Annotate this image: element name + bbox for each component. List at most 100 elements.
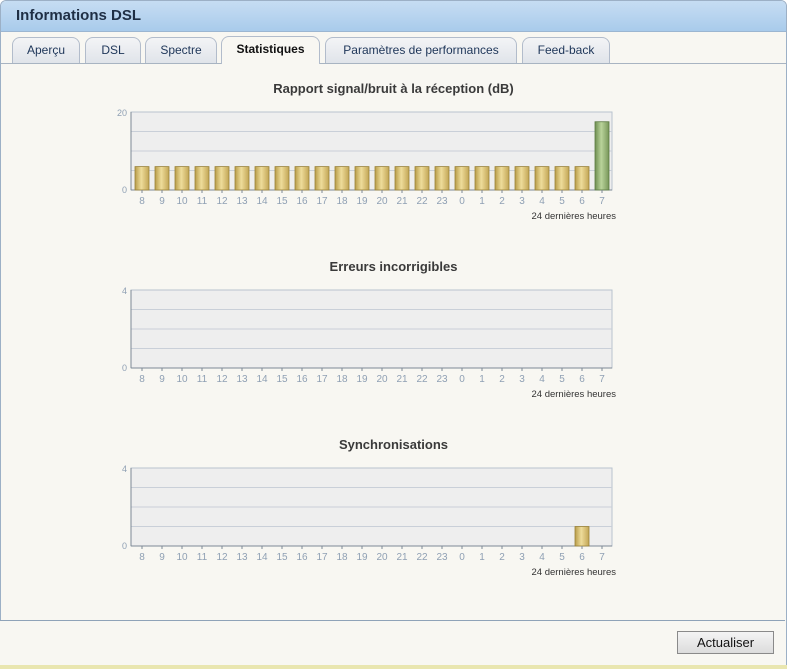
tab-statistiques[interactable]: Statistiques [221, 36, 320, 64]
x-tick-label: 13 [236, 374, 248, 385]
x-tick-label: 5 [559, 552, 565, 563]
x-tick-label: 2 [499, 552, 505, 563]
sync-chart: 408 9 10 11 12 13 14 15 16 17 18 19 20 21 22 23 0 1 2 3 4 5 6 7… [122, 464, 617, 578]
y-tick-label: 0 [122, 363, 127, 373]
bar [294, 166, 310, 191]
y-tick-label: 0 [122, 541, 127, 551]
bar [354, 166, 370, 191]
x-tick-label: 6 [579, 196, 585, 207]
x-tick-label: 23 [436, 374, 448, 385]
bar [454, 166, 470, 191]
x-tick-label: 18 [336, 374, 348, 385]
bar [254, 166, 270, 191]
tab-feedback[interactable]: Feed-back [522, 37, 610, 63]
x-tick-label: 10 [176, 374, 188, 385]
bar [554, 166, 570, 191]
x-tick-label: 3 [519, 374, 525, 385]
errors-chart: 408 9 10 11 12 13 14 15 16 17 18 19 20 21 22 23 0 1 2 3 4 5 6 7… [122, 286, 617, 400]
tab-dsl[interactable]: DSL [85, 37, 141, 63]
bar [234, 166, 250, 191]
refresh-button[interactable]: Actualiser [677, 631, 774, 654]
x-tick-label: 19 [356, 552, 368, 563]
x-tick-label: 0 [459, 552, 465, 563]
bottom-edge [0, 665, 787, 669]
x-tick-label: 16 [296, 552, 308, 563]
x-tick-label: 12 [216, 374, 228, 385]
bar [174, 166, 190, 191]
x-tick-label: 21 [396, 374, 408, 385]
bar [214, 166, 230, 191]
x-tick-label: 6 [579, 552, 585, 563]
x-tick-label: 11 [197, 196, 208, 207]
x-tick-label: 7 [599, 552, 605, 563]
x-tick-label: 6 [579, 374, 585, 385]
x-tick-label: 4 [539, 374, 545, 385]
x-tick-label: 22 [416, 552, 428, 563]
x-tick-label: 9 [159, 196, 165, 207]
x-tick-label: 10 [176, 196, 188, 207]
x-axis-label: 24 dernières heures [532, 389, 617, 400]
x-tick-label: 13 [236, 552, 248, 563]
bar [474, 166, 490, 191]
x-tick-label: 12 [216, 552, 228, 563]
tab-spectre[interactable]: Spectre [145, 37, 217, 63]
x-tick-label: 18 [336, 196, 348, 207]
x-tick-label: 20 [376, 374, 388, 385]
bar [594, 121, 610, 191]
x-tick-label: 9 [159, 374, 165, 385]
x-tick-label: 8 [139, 196, 145, 207]
x-tick-label: 8 [139, 374, 145, 385]
x-tick-label: 15 [276, 374, 288, 385]
x-tick-label: 7 [599, 374, 605, 385]
bar [374, 166, 390, 191]
snr-chart: 2008 9 10 11 12 13 14 15 16 17 18 19 20 21 22 23 0 1 2 3 4 5 6… [117, 108, 616, 222]
x-tick-label: 2 [499, 374, 505, 385]
x-tick-label: 20 [376, 196, 388, 207]
x-tick-label: 18 [336, 552, 348, 563]
y-tick-label: 4 [122, 464, 127, 474]
x-tick-label: 20 [376, 552, 388, 563]
tab-apercu[interactable]: Aperçu [12, 37, 80, 63]
x-tick-label: 4 [539, 196, 545, 207]
x-tick-label: 14 [256, 552, 268, 563]
y-tick-label: 20 [117, 108, 127, 118]
tab-parametres-performances[interactable]: Paramètres de performances [325, 37, 517, 63]
bar [134, 166, 150, 191]
y-tick-label: 0 [122, 185, 127, 195]
sync-chart-title: Synchronisations [338, 437, 449, 452]
x-tick-label: 11 [197, 374, 208, 385]
x-tick-label: 23 [436, 552, 448, 563]
bar [434, 166, 450, 191]
bar [394, 166, 410, 191]
x-tick-label: 23 [436, 196, 448, 207]
x-tick-label: 3 [519, 552, 525, 563]
x-tick-label: 13 [236, 196, 248, 207]
x-tick-label: 17 [316, 552, 328, 563]
bar [334, 166, 350, 191]
x-tick-label: 21 [396, 196, 408, 207]
bar [574, 166, 590, 191]
bar [154, 166, 170, 191]
tab-bar: Aperçu DSL Spectre Statistiques Paramètr… [1, 32, 786, 64]
x-tick-label: 10 [176, 552, 188, 563]
x-tick-label: 9 [159, 552, 165, 563]
x-axis-label: 24 dernières heures [532, 567, 617, 578]
x-tick-label: 17 [316, 374, 328, 385]
x-tick-label: 15 [276, 552, 288, 563]
x-tick-label: 16 [296, 374, 308, 385]
y-tick-label: 4 [122, 286, 127, 296]
x-tick-label: 16 [296, 196, 308, 207]
footer-bar [0, 620, 785, 668]
bar [274, 166, 290, 191]
x-tick-label: 14 [256, 196, 268, 207]
window-title: Informations DSL [16, 7, 142, 24]
x-tick-label: 1 [479, 374, 485, 385]
snr-chart-title: Rapport signal/bruit à la réception (dB) [273, 81, 514, 96]
x-tick-label: 1 [479, 552, 485, 563]
errors-chart-title: Erreurs incorrigibles [329, 259, 458, 274]
bar [534, 166, 550, 191]
bar [494, 166, 510, 191]
x-tick-label: 1 [479, 196, 485, 207]
x-tick-label: 22 [416, 374, 428, 385]
x-tick-label: 3 [519, 196, 525, 207]
